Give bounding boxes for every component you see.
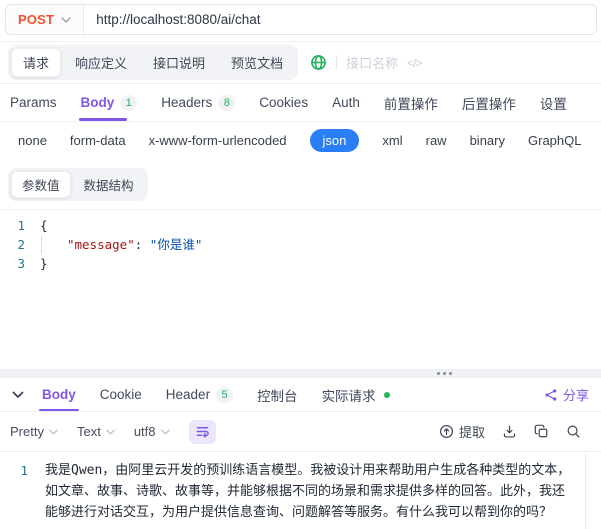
toolbar-right-actions: 提取 [439,422,591,441]
panel-resize-handle[interactable] [0,369,601,378]
code-brackets-icon: </> [407,55,422,70]
line-number: 2 [17,237,25,252]
endpoint-name-zone: 接口名称 </> [310,53,422,72]
body-type-none[interactable]: none [18,133,47,148]
response-text: 我是Qwen，由阿里云开发的预训练语言模型。我被设计用来帮助用户生成各种类型的文… [45,463,571,520]
response-tabs: Body Cookie Header 5 控制台 实际请求 分享 [0,378,601,412]
request-tabs: Params Body 1 Headers 8 Cookies Auth 前置操作 … [0,84,601,122]
response-body-viewer[interactable]: 1 我是Qwen，由阿里云开发的预训练语言模型。我被设计用来帮助用户生成各种类型… [0,452,601,529]
tab-params[interactable]: Params [10,84,57,121]
tab-response-body[interactable]: Body [39,378,79,411]
tab-api-description[interactable]: 接口说明 [141,48,217,77]
response-toolbar: Pretty Text utf8 提取 [0,412,601,452]
share-icon [545,388,557,401]
body-count-badge: 1 [120,94,138,111]
extract-label: 提取 [458,425,485,440]
header-count-badge: 5 [216,386,234,403]
word-wrap-icon [196,427,209,438]
tab-pre-operations[interactable]: 前置操作 [384,84,438,121]
method-dropdown[interactable]: POST [6,5,85,34]
tab-param-values[interactable]: 参数值 [11,171,71,198]
body-type-graphql[interactable]: GraphQL [528,133,581,148]
body-view-tabs: 参数值 数据结构 [0,158,601,209]
editor-line: 3 } [0,254,601,273]
chevron-down-icon [49,429,58,434]
line-number: 1 [20,463,28,478]
tab-response-header[interactable]: Header 5 [166,378,234,411]
tab-auth[interactable]: Auth [332,84,360,121]
status-dot [383,391,390,398]
tab-response-definition[interactable]: 响应定义 [63,48,139,77]
word-wrap-toggle[interactable] [188,419,216,444]
doc-tabs-row: 请求 响应定义 接口说明 预览文档 接口名称 </> [0,42,601,84]
scrollbar[interactable] [585,452,601,529]
extract-icon [439,424,454,439]
url-bar-row: POST http://localhost:8080/ai/chat [0,0,601,42]
view-mode-dropdown[interactable]: Text [77,424,115,439]
collapse-panel-button[interactable] [12,391,24,399]
chevron-down-icon [160,429,170,434]
chevron-down-icon [61,16,71,23]
request-body-editor[interactable]: 1 { 2 "message": "你是谁" 3 } [0,209,601,369]
editor-line: 1 { [0,216,601,235]
body-type-x-www-form-urlencoded[interactable]: x-www-form-urlencoded [149,133,287,148]
tab-data-structure[interactable]: 数据结构 [73,171,145,198]
extract-button[interactable]: 提取 [439,422,485,441]
search-icon[interactable] [566,424,581,439]
tab-cookies[interactable]: Cookies [259,84,308,121]
body-type-raw[interactable]: raw [426,133,447,148]
tab-preview-doc[interactable]: 预览文档 [219,48,295,77]
indent-guide [41,235,42,254]
body-type-selector: none form-data x-www-form-urlencoded jso… [0,122,601,158]
url-input[interactable]: http://localhost:8080/ai/chat [84,5,596,34]
headers-count-badge: 8 [218,94,236,111]
tab-headers[interactable]: Headers 8 [161,84,236,121]
tab-settings[interactable]: 设置 [540,84,567,121]
doc-tab-group: 请求 响应定义 接口说明 预览文档 [8,45,299,80]
download-icon[interactable] [502,424,517,439]
body-type-form-data[interactable]: form-data [70,133,126,148]
tab-request[interactable]: 请求 [11,48,62,77]
share-label: 分享 [562,388,589,403]
endpoint-name-placeholder[interactable]: 接口名称 [346,53,398,72]
body-type-binary[interactable]: binary [470,133,505,148]
chevron-down-icon [106,429,115,434]
tab-body[interactable]: Body 1 [78,84,138,121]
editor-line: 2 "message": "你是谁" [0,235,601,254]
method-label: POST [18,12,55,27]
tab-post-operations[interactable]: 后置操作 [462,84,516,121]
tab-response-cookie[interactable]: Cookie [100,378,142,411]
body-type-json[interactable]: json [309,128,360,152]
tab-actual-request[interactable]: 实际请求 [322,378,390,411]
body-type-xml[interactable]: xml [382,133,402,148]
line-number: 1 [17,218,25,233]
json-value: "你是谁" [149,237,203,252]
tab-console[interactable]: 控制台 [257,378,298,411]
chevron-down-icon [12,391,24,398]
line-number: 3 [17,256,25,271]
format-dropdown[interactable]: Pretty [10,424,58,439]
drag-dots-icon [437,372,440,375]
globe-icon[interactable] [310,54,327,71]
url-input-group: POST http://localhost:8080/ai/chat [5,4,597,35]
divider [336,55,338,70]
copy-icon[interactable] [534,424,549,439]
share-button[interactable]: 分享 [544,385,589,404]
json-key: "message" [67,237,135,252]
encoding-dropdown[interactable]: utf8 [134,424,170,439]
